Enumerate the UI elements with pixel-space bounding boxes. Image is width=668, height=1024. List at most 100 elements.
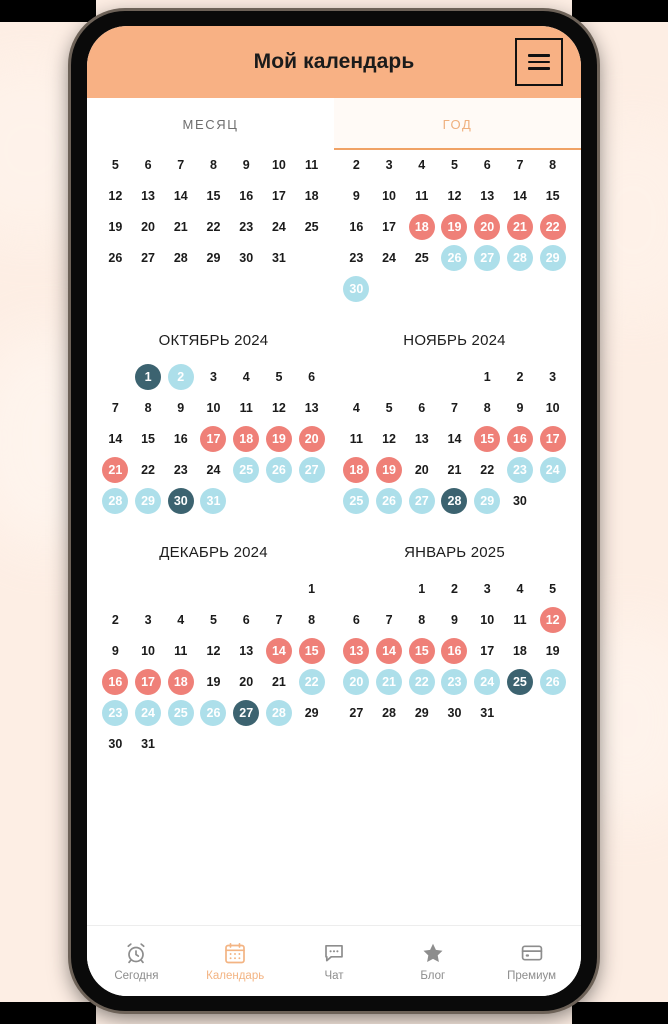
- day-cell[interactable]: 17: [200, 426, 227, 452]
- day-cell[interactable]: 7: [102, 395, 128, 421]
- day-cell[interactable]: 4: [507, 576, 533, 602]
- day-cell[interactable]: 10: [200, 395, 226, 421]
- day-cell[interactable]: 14: [168, 183, 194, 209]
- day-cell[interactable]: 27: [408, 488, 435, 514]
- day-cell[interactable]: 15: [540, 183, 566, 209]
- day-cell[interactable]: 10: [540, 395, 566, 421]
- day-cell[interactable]: 20: [233, 669, 259, 695]
- day-cell[interactable]: 13: [474, 183, 500, 209]
- day-cell[interactable]: 31: [135, 731, 161, 757]
- day-cell[interactable]: 17: [376, 214, 402, 240]
- day-cell[interactable]: 11: [168, 638, 194, 664]
- day-cell[interactable]: 6: [135, 152, 161, 178]
- day-cell[interactable]: 29: [299, 700, 325, 726]
- day-cell[interactable]: 2: [441, 576, 467, 602]
- day-cell[interactable]: 12: [102, 183, 128, 209]
- day-cell[interactable]: 14: [265, 638, 292, 664]
- day-cell[interactable]: 29: [409, 700, 435, 726]
- day-cell[interactable]: 8: [540, 152, 566, 178]
- day-cell[interactable]: 8: [409, 607, 435, 633]
- nav-item-alarm-clock[interactable]: Сегодня: [87, 941, 186, 982]
- day-cell[interactable]: 12: [441, 183, 467, 209]
- day-cell[interactable]: 1: [135, 364, 162, 390]
- day-cell[interactable]: 7: [266, 607, 292, 633]
- day-cell[interactable]: 3: [376, 152, 402, 178]
- day-cell[interactable]: 28: [506, 245, 533, 271]
- day-cell[interactable]: 19: [441, 214, 468, 240]
- day-cell[interactable]: 5: [102, 152, 128, 178]
- day-cell[interactable]: 2: [167, 364, 194, 390]
- day-cell[interactable]: 3: [474, 576, 500, 602]
- day-cell[interactable]: 12: [266, 395, 292, 421]
- day-cell[interactable]: 21: [266, 669, 292, 695]
- day-cell[interactable]: 5: [376, 395, 402, 421]
- day-cell[interactable]: 2: [102, 607, 128, 633]
- day-cell[interactable]: 27: [233, 700, 260, 726]
- day-cell[interactable]: 30: [343, 276, 370, 302]
- day-cell[interactable]: 29: [135, 488, 162, 514]
- day-cell[interactable]: 19: [265, 426, 292, 452]
- day-cell[interactable]: 22: [539, 214, 566, 240]
- day-cell[interactable]: 20: [409, 457, 435, 483]
- day-cell[interactable]: 21: [102, 457, 129, 483]
- day-cell[interactable]: 14: [102, 426, 128, 452]
- day-cell[interactable]: 6: [299, 364, 325, 390]
- day-cell[interactable]: 24: [266, 214, 292, 240]
- day-cell[interactable]: 7: [507, 152, 533, 178]
- day-cell[interactable]: 26: [200, 700, 227, 726]
- day-cell[interactable]: 13: [299, 395, 325, 421]
- day-cell[interactable]: 15: [135, 426, 161, 452]
- day-cell[interactable]: 28: [441, 488, 468, 514]
- day-cell[interactable]: 15: [474, 426, 501, 452]
- day-cell[interactable]: 26: [265, 457, 292, 483]
- day-cell[interactable]: 16: [343, 214, 369, 240]
- day-cell[interactable]: 17: [266, 183, 292, 209]
- day-cell[interactable]: 31: [266, 245, 292, 271]
- day-cell[interactable]: 4: [168, 607, 194, 633]
- day-cell[interactable]: 7: [376, 607, 402, 633]
- day-cell[interactable]: 23: [233, 214, 259, 240]
- day-cell[interactable]: 18: [167, 669, 194, 695]
- day-cell[interactable]: 27: [474, 245, 501, 271]
- day-cell[interactable]: 19: [540, 638, 566, 664]
- day-cell[interactable]: 10: [376, 183, 402, 209]
- day-cell[interactable]: 8: [474, 395, 500, 421]
- nav-item-star[interactable]: Блог: [383, 941, 482, 982]
- day-cell[interactable]: 7: [441, 395, 467, 421]
- day-cell[interactable]: 20: [343, 669, 370, 695]
- day-cell[interactable]: 4: [233, 364, 259, 390]
- day-cell[interactable]: 6: [409, 395, 435, 421]
- day-cell[interactable]: 25: [167, 700, 194, 726]
- day-cell[interactable]: 3: [135, 607, 161, 633]
- day-cell[interactable]: 5: [540, 576, 566, 602]
- day-cell[interactable]: 30: [102, 731, 128, 757]
- day-cell[interactable]: 19: [200, 669, 226, 695]
- day-cell[interactable]: 11: [343, 426, 369, 452]
- day-cell[interactable]: 6: [343, 607, 369, 633]
- day-cell[interactable]: 26: [441, 245, 468, 271]
- day-cell[interactable]: 7: [168, 152, 194, 178]
- tab-year[interactable]: ГОД: [334, 98, 581, 150]
- day-cell[interactable]: 19: [102, 214, 128, 240]
- day-cell[interactable]: 30: [441, 700, 467, 726]
- day-cell[interactable]: 5: [266, 364, 292, 390]
- day-cell[interactable]: 8: [299, 607, 325, 633]
- day-cell[interactable]: 22: [408, 669, 435, 695]
- hamburger-menu-icon[interactable]: [515, 38, 563, 86]
- day-cell[interactable]: 23: [343, 245, 369, 271]
- day-cell[interactable]: 22: [474, 457, 500, 483]
- day-cell[interactable]: 25: [409, 245, 435, 271]
- day-cell[interactable]: 4: [409, 152, 435, 178]
- day-cell[interactable]: 18: [299, 183, 325, 209]
- day-cell[interactable]: 30: [507, 488, 533, 514]
- day-cell[interactable]: 27: [343, 700, 369, 726]
- day-cell[interactable]: 11: [507, 607, 533, 633]
- day-cell[interactable]: 8: [135, 395, 161, 421]
- day-cell[interactable]: 18: [408, 214, 435, 240]
- day-cell[interactable]: 29: [539, 245, 566, 271]
- day-cell[interactable]: 11: [409, 183, 435, 209]
- day-cell[interactable]: 25: [343, 488, 370, 514]
- day-cell[interactable]: 9: [233, 152, 259, 178]
- day-cell[interactable]: 17: [135, 669, 162, 695]
- day-cell[interactable]: 9: [102, 638, 128, 664]
